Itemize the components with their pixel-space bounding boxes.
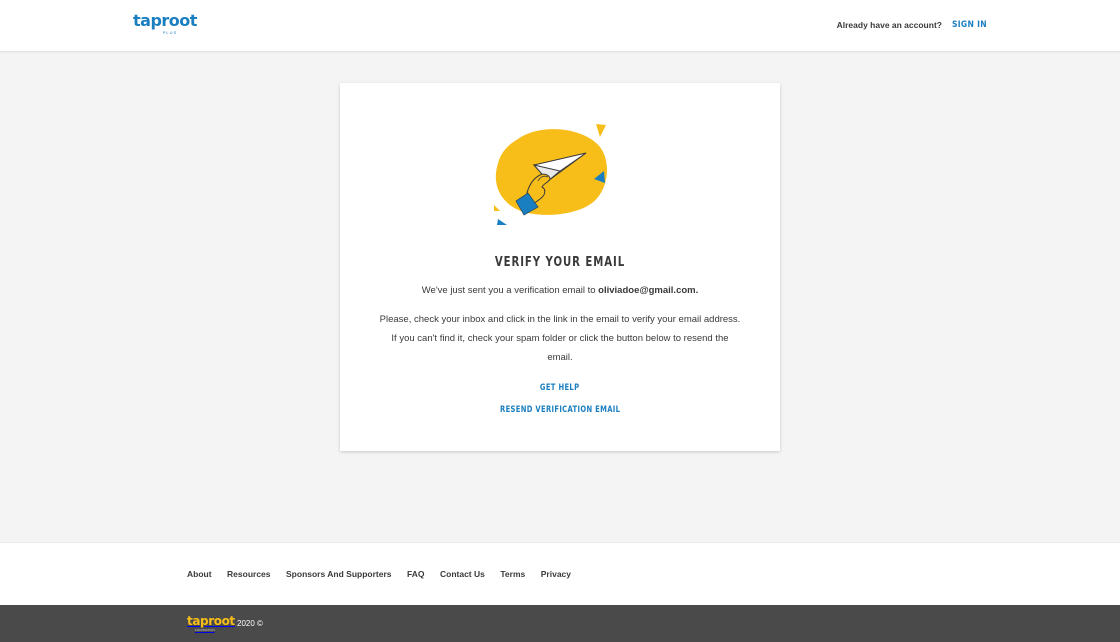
get-help-link[interactable]: GET HELP: [340, 383, 780, 393]
footer-nav: About Resources Sponsors And Supporters …: [187, 569, 587, 579]
get-help-label: GET HELP: [540, 383, 580, 393]
footer-link-about[interactable]: About: [187, 569, 212, 579]
sent-message-prefix: We've just sent you a verification email…: [421, 285, 596, 296]
site-footer: About Resources Sponsors And Supporters …: [0, 542, 1120, 605]
site-header: taproot PLUS Already have an account? SI…: [0, 0, 1120, 52]
bottom-logo-subtitle: FOUNDATION: [195, 628, 215, 632]
footer-link-resources[interactable]: Resources: [227, 569, 270, 579]
logo-subtitle: PLUS: [162, 30, 178, 35]
footer-link-sponsors[interactable]: Sponsors And Supporters: [286, 569, 391, 579]
resend-verification-email-link[interactable]: RESEND VERIFICATION EMAIL: [340, 405, 780, 415]
taproot-plus-logo[interactable]: taproot PLUS: [133, 11, 197, 36]
footer-link-contact[interactable]: Contact Us: [440, 569, 485, 579]
verification-sent-message: We've just sent you a verification email…: [340, 285, 780, 296]
taproot-foundation-logo[interactable]: taproot FOUNDATION: [187, 614, 235, 633]
bottom-logo-wordmark: taproot: [187, 614, 235, 628]
account-prompt: Already have an account?: [836, 20, 942, 30]
footer-link-terms[interactable]: Terms: [500, 569, 525, 579]
hand-paper-plane-icon: [494, 124, 607, 225]
user-email: oliviadoe@gmail.com.: [598, 285, 699, 296]
header-account-area: Already have an account? SIGN IN: [837, 20, 987, 30]
verification-instructions: Please, check your inbox and click in th…: [379, 314, 741, 363]
footer-link-privacy[interactable]: Privacy: [541, 569, 571, 579]
sign-in-link[interactable]: SIGN IN: [952, 20, 987, 30]
verify-email-card: VERIFY YOUR EMAIL We've just sent you a …: [340, 83, 780, 451]
resend-label: RESEND VERIFICATION EMAIL: [499, 405, 621, 415]
copyright: 2020 ©: [237, 619, 263, 628]
footer-link-faq[interactable]: FAQ: [407, 569, 424, 579]
logo-wordmark: taproot: [133, 11, 197, 30]
footer-bottom-bar: taproot FOUNDATION 2020 ©: [0, 605, 1120, 642]
page-title: VERIFY YOUR EMAIL: [494, 255, 626, 270]
